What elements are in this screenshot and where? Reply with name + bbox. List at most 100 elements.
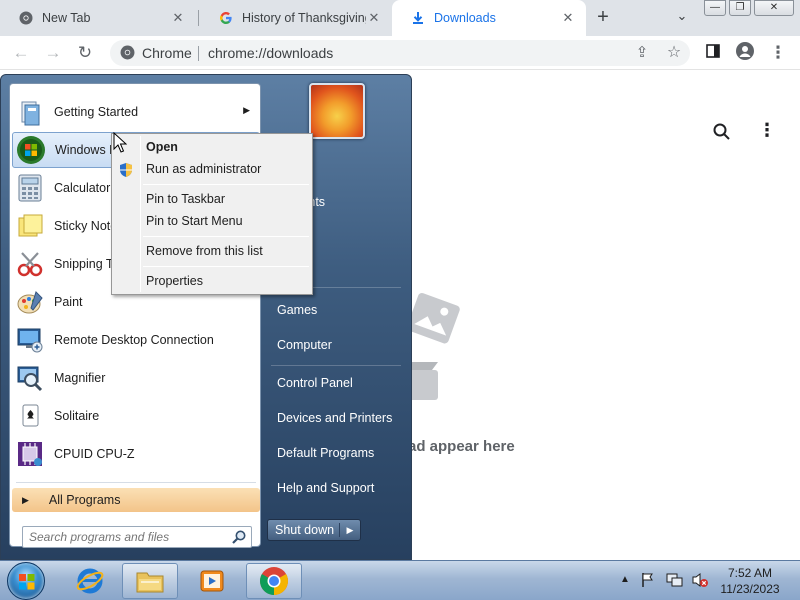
- minimize-button[interactable]: —: [704, 0, 726, 16]
- submenu-arrow-icon: ▶: [243, 105, 250, 115]
- chrome-site-icon: [120, 45, 135, 63]
- all-programs-button[interactable]: ▶ All Programs: [12, 488, 260, 512]
- shutdown-options-arrow-icon[interactable]: ▶: [340, 525, 360, 536]
- tab-title: History of Thanksgiving: [242, 11, 366, 25]
- windows-logo-icon: [19, 574, 35, 590]
- new-tab-button[interactable]: +: [590, 4, 616, 30]
- address-bar[interactable]: Chrome chrome://downloads: [110, 40, 690, 66]
- context-menu-item-pin-to-start-menu[interactable]: Pin to Start Menu: [146, 214, 243, 228]
- getting-started-icon: [14, 96, 46, 128]
- program-context-menu: Open Run as administrator Pin to Taskbar…: [111, 133, 313, 295]
- context-menu-item-properties[interactable]: Properties: [146, 274, 203, 288]
- site-label: Chrome: [142, 45, 192, 61]
- program-label: Sticky Note: [54, 219, 118, 233]
- profile-avatar-icon[interactable]: [734, 42, 756, 64]
- mouse-cursor-icon: [113, 132, 127, 153]
- snipping-tool-icon: [14, 248, 46, 280]
- context-menu-item-remove-from-this-list[interactable]: Remove from this list: [146, 244, 263, 258]
- more-actions-icon[interactable]: ⋮: [758, 120, 776, 142]
- back-arrow-icon[interactable]: ←: [10, 42, 32, 64]
- close-tab-icon[interactable]: ✕: [170, 10, 186, 26]
- clock-date: 11/23/2023: [720, 582, 780, 596]
- close-window-button[interactable]: ✕: [754, 0, 794, 16]
- paint-icon: [14, 286, 46, 318]
- system-clock[interactable]: 7:52 AM 11/23/2023: [716, 565, 784, 597]
- clock-time: 7:52 AM: [727, 566, 773, 580]
- side-panel-icon[interactable]: [702, 42, 724, 64]
- search-downloads-icon[interactable]: [712, 122, 732, 142]
- chrome-icon: [260, 567, 288, 595]
- program-label: Windows M: [55, 143, 120, 157]
- right-pane-divider: [271, 365, 401, 366]
- taskbar-windows-explorer-button[interactable]: [122, 563, 178, 599]
- windows-media-center-icon: [15, 134, 47, 166]
- tab-divider: [198, 10, 199, 26]
- context-menu-separator: [143, 266, 309, 267]
- program-label: Snipping To: [54, 257, 120, 271]
- calculator-icon: [14, 172, 46, 204]
- start-search-box[interactable]: [22, 526, 252, 548]
- google-favicon-icon: [218, 10, 234, 26]
- context-menu-item-run-as-administrator[interactable]: Run as administrator: [146, 162, 261, 176]
- context-menu-separator: [143, 236, 309, 237]
- right-link-games[interactable]: Games: [277, 303, 317, 317]
- browser-toolbar: ← → ↻ Chrome chrome://downloads ⇪ ☆ ⋮: [0, 36, 800, 70]
- program-cpuid-cpu-z[interactable]: CPUID CPU-Z: [12, 436, 260, 472]
- program-solitaire[interactable]: Solitaire: [12, 398, 260, 434]
- magnifier-icon: [14, 362, 46, 394]
- right-link-default-programs[interactable]: Default Programs: [277, 446, 374, 460]
- program-magnifier[interactable]: Magnifier: [12, 360, 260, 396]
- shutdown-button[interactable]: Shut down ▶: [267, 519, 361, 541]
- all-programs-arrow-icon: ▶: [22, 494, 29, 505]
- taskbar: ▲ 7:52 AM 11/23/2023: [0, 560, 800, 600]
- cpu-z-icon: [14, 438, 46, 470]
- start-search-input[interactable]: [23, 527, 213, 547]
- context-menu-item-pin-to-taskbar[interactable]: Pin to Taskbar: [146, 192, 225, 206]
- chrome-favicon-icon: [18, 10, 34, 26]
- context-menu-separator: [143, 184, 309, 185]
- media-player-icon: [200, 570, 224, 592]
- program-label: Remote Desktop Connection: [54, 333, 214, 347]
- network-icon[interactable]: [666, 572, 684, 591]
- tab-history-of-thanksgiving[interactable]: History of Thanksgiving ✕: [200, 0, 392, 36]
- taskbar-media-player-button[interactable]: [184, 563, 240, 599]
- tab-search-chevron-icon[interactable]: ⌄: [672, 8, 692, 28]
- right-link-computer[interactable]: Computer: [277, 338, 332, 352]
- context-menu-item-open[interactable]: Open: [146, 140, 178, 154]
- tab-new-tab[interactable]: New Tab ✕: [0, 0, 196, 36]
- search-icon[interactable]: [231, 529, 247, 545]
- user-picture-avatar[interactable]: [309, 83, 365, 139]
- tab-downloads[interactable]: Downloads ✕: [392, 0, 586, 36]
- close-tab-icon[interactable]: ✕: [366, 10, 382, 26]
- program-label: Paint: [54, 295, 83, 309]
- program-label: Getting Started: [54, 105, 139, 119]
- uac-shield-icon: [120, 163, 132, 177]
- program-label: Calculator: [54, 181, 111, 195]
- program-remote-desktop-connection[interactable]: Remote Desktop Connection: [12, 322, 260, 358]
- restore-button[interactable]: ❐: [729, 0, 751, 16]
- windows-explorer-icon: [136, 572, 164, 593]
- show-hidden-icons-arrow-icon[interactable]: ▲: [620, 574, 630, 585]
- close-tab-icon[interactable]: ✕: [560, 10, 576, 26]
- remote-desktop-icon: [14, 324, 46, 356]
- program-label: Solitaire: [54, 409, 100, 423]
- all-programs-label: All Programs: [48, 493, 121, 507]
- taskbar-internet-explorer-button[interactable]: [62, 563, 118, 599]
- program-getting-started[interactable]: Getting Started ▶: [12, 94, 260, 130]
- shutdown-label: Shut down: [268, 523, 340, 537]
- download-favicon-icon: [410, 10, 426, 26]
- chrome-menu-icon[interactable]: ⋮: [767, 42, 789, 64]
- bookmark-star-icon[interactable]: ☆: [663, 42, 685, 64]
- start-orb-button[interactable]: [7, 562, 45, 600]
- share-icon[interactable]: ⇪: [631, 42, 653, 64]
- forward-arrow-icon[interactable]: →: [42, 42, 64, 64]
- action-center-flag-icon[interactable]: [641, 572, 655, 591]
- volume-muted-icon[interactable]: [691, 572, 709, 591]
- taskbar-chrome-button[interactable]: [246, 563, 302, 599]
- omnibox-divider: [198, 46, 199, 61]
- right-link-devices-and-printers[interactable]: Devices and Printers: [277, 411, 392, 425]
- right-link-help-and-support[interactable]: Help and Support: [277, 481, 374, 495]
- right-link-control-panel[interactable]: Control Panel: [277, 376, 353, 390]
- programs-divider: [16, 482, 256, 483]
- reload-icon[interactable]: ↻: [74, 42, 96, 64]
